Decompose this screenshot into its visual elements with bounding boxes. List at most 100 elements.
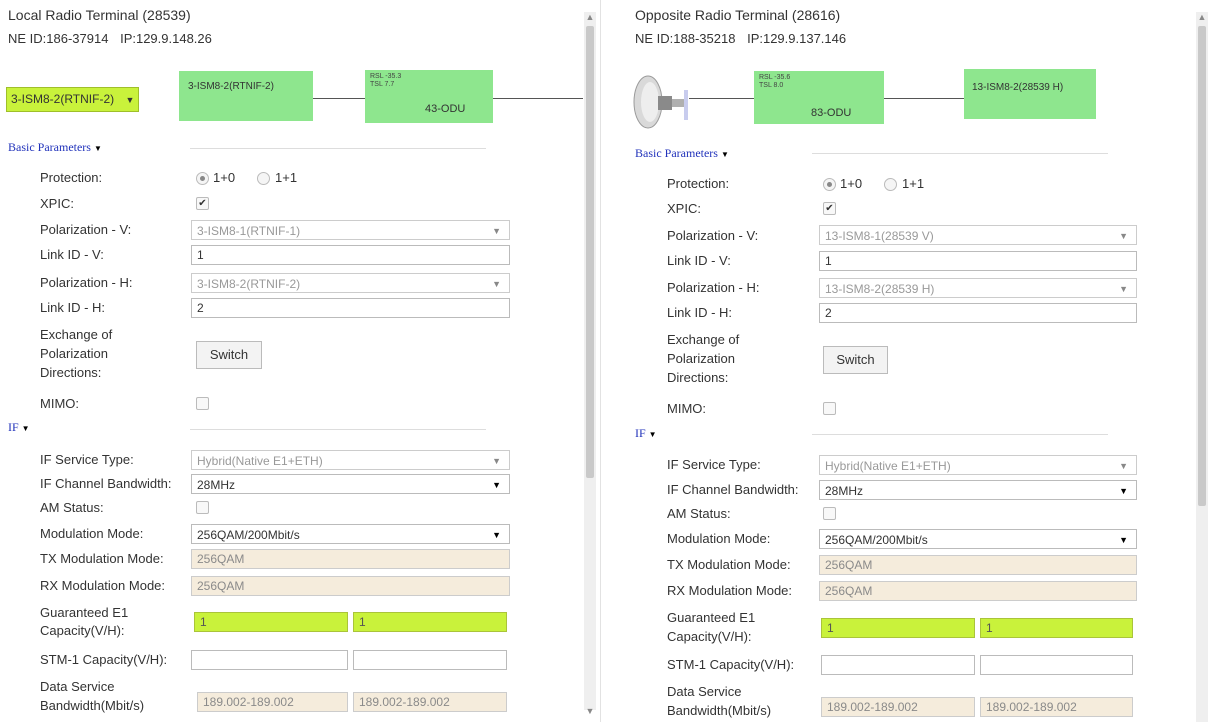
if-channel-bandwidth-dropdown[interactable]: 28MHz ▼ bbox=[191, 474, 510, 494]
left-vertical-scrollbar[interactable] bbox=[584, 12, 596, 710]
mimo-checkbox[interactable] bbox=[196, 397, 209, 410]
polarization-v-dropdown[interactable]: 3-ISM8-1(RTNIF-1) ▼ bbox=[191, 220, 510, 240]
link-id-h-input[interactable]: 2 bbox=[819, 303, 1137, 323]
basic-parameters-label: Basic Parameters bbox=[635, 146, 718, 160]
data-service-bandwidth-label-line1: Data Service bbox=[40, 679, 115, 694]
mimo-checkbox[interactable] bbox=[823, 402, 836, 415]
polarization-h-label: Polarization - H: bbox=[667, 280, 760, 295]
xpic-checkbox[interactable]: ✔ bbox=[823, 202, 836, 215]
guaranteed-e1-v-input[interactable]: 1 bbox=[821, 618, 975, 638]
opposite-odu-tsl: TSL 8.0 bbox=[759, 82, 784, 89]
modulation-mode-dropdown[interactable]: 256QAM/200Mbit/s ▼ bbox=[819, 529, 1137, 549]
data-service-bandwidth-label-line2: Bandwidth(Mbit/s) bbox=[667, 703, 772, 718]
modulation-mode-label: Modulation Mode: bbox=[667, 531, 771, 546]
if-service-type-dropdown[interactable]: Hybrid(Native E1+ETH) ▼ bbox=[191, 450, 510, 470]
scroll-up-icon[interactable]: ▲ bbox=[584, 12, 596, 22]
protection-option-1plus1-label: 1+1 bbox=[902, 176, 925, 191]
stm1-capacity-h-input[interactable] bbox=[980, 655, 1133, 675]
divider bbox=[812, 153, 1108, 154]
modulation-mode-value: 256QAM/200Mbit/s bbox=[825, 533, 928, 547]
if-section-header[interactable]: IF ▼ bbox=[635, 426, 657, 441]
protection-option-1plus1-label: 1+1 bbox=[275, 170, 298, 185]
protection-label: Protection: bbox=[40, 170, 103, 185]
stm1-capacity-v-input[interactable] bbox=[191, 650, 348, 670]
modulation-mode-dropdown[interactable]: 256QAM/200Mbit/s ▼ bbox=[191, 524, 510, 544]
rx-modulation-mode-label: RX Modulation Mode: bbox=[667, 583, 793, 598]
polarization-h-dropdown[interactable]: 3-ISM8-2(RTNIF-2) ▼ bbox=[191, 273, 510, 293]
if-service-type-dropdown[interactable]: Hybrid(Native E1+ETH) ▼ bbox=[819, 455, 1137, 475]
protection-radio-1plus1[interactable] bbox=[884, 178, 897, 191]
switch-button[interactable]: Switch bbox=[823, 346, 888, 374]
rx-modulation-mode-label: RX Modulation Mode: bbox=[40, 578, 166, 593]
am-status-checkbox[interactable] bbox=[823, 507, 836, 520]
local-board-box[interactable]: 3-ISM8-2(RTNIF-2) bbox=[179, 71, 313, 121]
polarization-v-label: Polarization - V: bbox=[667, 228, 759, 243]
link-id-v-input[interactable]: 1 bbox=[191, 245, 510, 265]
if-service-type-value: Hybrid(Native E1+ETH) bbox=[197, 454, 323, 468]
exchange-polarization-label-line3: Directions: bbox=[40, 365, 102, 380]
if-service-type-label: IF Service Type: bbox=[40, 452, 134, 467]
modulation-mode-value: 256QAM/200Mbit/s bbox=[197, 528, 300, 542]
stm1-capacity-label: STM-1 Capacity(V/H): bbox=[667, 657, 795, 672]
scroll-up-icon[interactable]: ▲ bbox=[1196, 12, 1208, 22]
xpic-checkbox[interactable]: ✔ bbox=[196, 197, 209, 210]
guaranteed-e1-h-input[interactable]: 1 bbox=[980, 618, 1133, 638]
opposite-odu-box[interactable]: RSL -35.6 TSL 8.0 83-ODU bbox=[754, 71, 884, 124]
exchange-polarization-label-line3: Directions: bbox=[667, 370, 729, 385]
protection-option-1plus0-label: 1+0 bbox=[213, 170, 236, 185]
protection-label: Protection: bbox=[667, 176, 730, 191]
protection-radio-1plus0[interactable] bbox=[823, 178, 836, 191]
polarization-v-value: 3-ISM8-1(RTNIF-1) bbox=[197, 224, 301, 238]
if-channel-bandwidth-dropdown[interactable]: 28MHz ▼ bbox=[819, 480, 1137, 500]
left-scrollbar-thumb[interactable] bbox=[586, 26, 594, 478]
link-line bbox=[884, 98, 964, 99]
data-service-bandwidth-h-value: 189.002-189.002 bbox=[980, 697, 1133, 717]
opposite-terminal-ne-info: NE ID:188-35218 IP:129.9.137.146 bbox=[635, 31, 854, 46]
data-service-bandwidth-v-value: 189.002-189.002 bbox=[821, 697, 975, 717]
rx-modulation-mode-value: 256QAM bbox=[191, 576, 510, 596]
protection-radio-1plus1[interactable] bbox=[257, 172, 270, 185]
chevron-down-icon: ▼ bbox=[492, 456, 501, 466]
chevron-down-icon: ▼ bbox=[492, 226, 501, 236]
data-service-bandwidth-label-line1: Data Service bbox=[667, 684, 742, 699]
guaranteed-e1-v-input[interactable]: 1 bbox=[194, 612, 348, 632]
basic-parameters-header[interactable]: Basic Parameters ▼ bbox=[635, 146, 729, 161]
divider bbox=[190, 148, 486, 149]
stm1-capacity-v-input[interactable] bbox=[821, 655, 975, 675]
mimo-label: MIMO: bbox=[667, 401, 706, 416]
opposite-board-box[interactable]: 13-ISM8-2(28539 H) bbox=[964, 69, 1096, 119]
link-id-h-input[interactable]: 2 bbox=[191, 298, 510, 318]
am-status-label: AM Status: bbox=[667, 506, 731, 521]
polarization-h-dropdown[interactable]: 13-ISM8-2(28539 H) ▼ bbox=[819, 278, 1137, 298]
opposite-odu-label: 83-ODU bbox=[811, 107, 852, 119]
if-section-header[interactable]: IF ▼ bbox=[8, 420, 30, 435]
basic-parameters-header[interactable]: Basic Parameters ▼ bbox=[8, 140, 102, 155]
if-channel-bandwidth-value: 28MHz bbox=[197, 478, 236, 492]
stm1-capacity-h-input[interactable] bbox=[353, 650, 507, 670]
tx-modulation-mode-value: 256QAM bbox=[819, 555, 1137, 575]
opposite-board-box-label: 13-ISM8-2(28539 H) bbox=[972, 82, 1064, 93]
opposite-radio-terminal-panel: Opposite Radio Terminal (28616) NE ID:18… bbox=[612, 0, 1218, 722]
data-service-bandwidth-label-line2: Bandwidth(Mbit/s) bbox=[40, 698, 145, 713]
right-scrollbar-thumb[interactable] bbox=[1198, 26, 1206, 506]
local-odu-box[interactable]: RSL -35.3 TSL 7.7 43-ODU bbox=[365, 70, 493, 123]
opposite-odu-rsl: RSL -35.6 bbox=[759, 74, 791, 81]
protection-radio-1plus0[interactable] bbox=[196, 172, 209, 185]
board-select-dropdown[interactable]: 3-ISM8-2(RTNIF-2) ▼ bbox=[6, 87, 140, 112]
antenna-dish-icon bbox=[632, 72, 692, 132]
tx-modulation-mode-label: TX Modulation Mode: bbox=[40, 551, 164, 566]
switch-button[interactable]: Switch bbox=[196, 341, 262, 369]
polarization-h-value: 13-ISM8-2(28539 H) bbox=[825, 282, 935, 296]
polarization-v-value: 13-ISM8-1(28539 V) bbox=[825, 229, 934, 243]
opposite-terminal-title: Opposite Radio Terminal (28616) bbox=[635, 7, 841, 23]
guaranteed-e1-h-input[interactable]: 1 bbox=[353, 612, 507, 632]
polarization-h-value: 3-ISM8-2(RTNIF-2) bbox=[197, 277, 301, 291]
scroll-down-icon[interactable]: ▼ bbox=[584, 706, 596, 716]
local-radio-terminal-panel: Local Radio Terminal (28539) NE ID:186-3… bbox=[0, 0, 600, 722]
if-channel-bandwidth-value: 28MHz bbox=[825, 484, 864, 498]
am-status-checkbox[interactable] bbox=[196, 501, 209, 514]
polarization-v-dropdown[interactable]: 13-ISM8-1(28539 V) ▼ bbox=[819, 225, 1137, 245]
exchange-polarization-label-line1: Exchange of bbox=[667, 332, 740, 347]
right-vertical-scrollbar[interactable] bbox=[1196, 12, 1208, 722]
link-id-v-input[interactable]: 1 bbox=[819, 251, 1137, 271]
